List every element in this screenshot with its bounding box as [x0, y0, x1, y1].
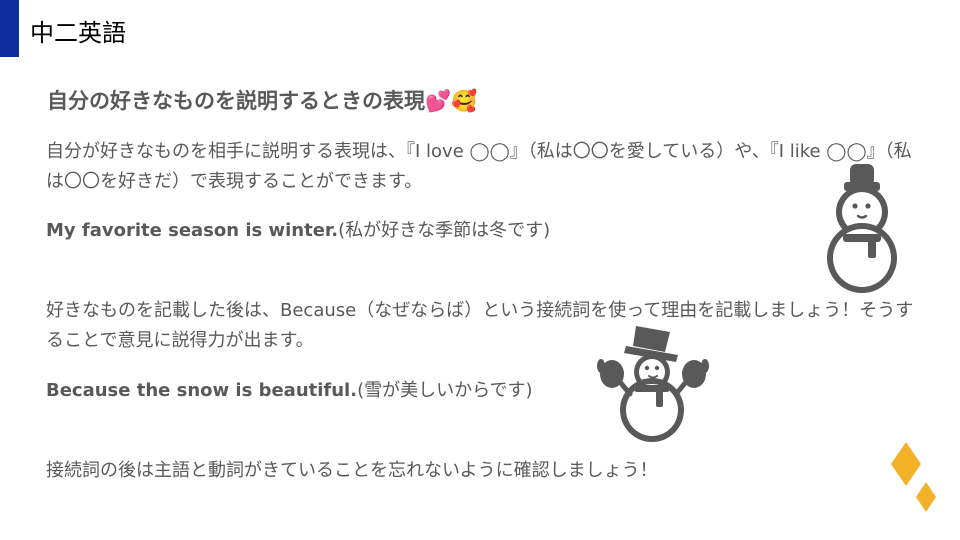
- because-paragraph: 好きなものを記載した後は、Because（なぜならば）という接続詞を使って理由を…: [46, 300, 914, 351]
- example-sentence-2: Because the snow is beautiful.(雪が美しいからです…: [46, 376, 914, 406]
- snowman-with-hat-icon: [597, 326, 709, 442]
- example-1-english: My favorite season is winter.: [46, 220, 339, 241]
- example-sentence-1: My favorite season is winter.(私が好きな季節は冬で…: [46, 216, 914, 246]
- example-2-translation: (雪が美しいからです): [357, 380, 533, 401]
- title-accent-bar: [0, 0, 19, 57]
- heart-emoji-icon: 💕🥰: [425, 89, 478, 113]
- section-heading: 自分の好きなものを説明するときの表現💕🥰: [47, 85, 477, 115]
- snowman-icon: [827, 164, 897, 293]
- intro-paragraph: 自分が好きなものを相手に説明する表現は、『I love ◯◯』（私は〇〇を愛して…: [46, 141, 912, 192]
- closing-paragraph: 接続詞の後は主語と動詞がきていることを忘れないように確認しましょう！: [46, 460, 658, 481]
- section-heading-text: 自分の好きなものを説明するときの表現: [47, 89, 425, 113]
- example-2-english: Because the snow is beautiful.: [46, 380, 358, 401]
- diamond-decoration: [891, 442, 936, 512]
- slide-title: 中二英語: [30, 19, 126, 47]
- example-1-translation: (私が好きな季節は冬です): [338, 220, 551, 241]
